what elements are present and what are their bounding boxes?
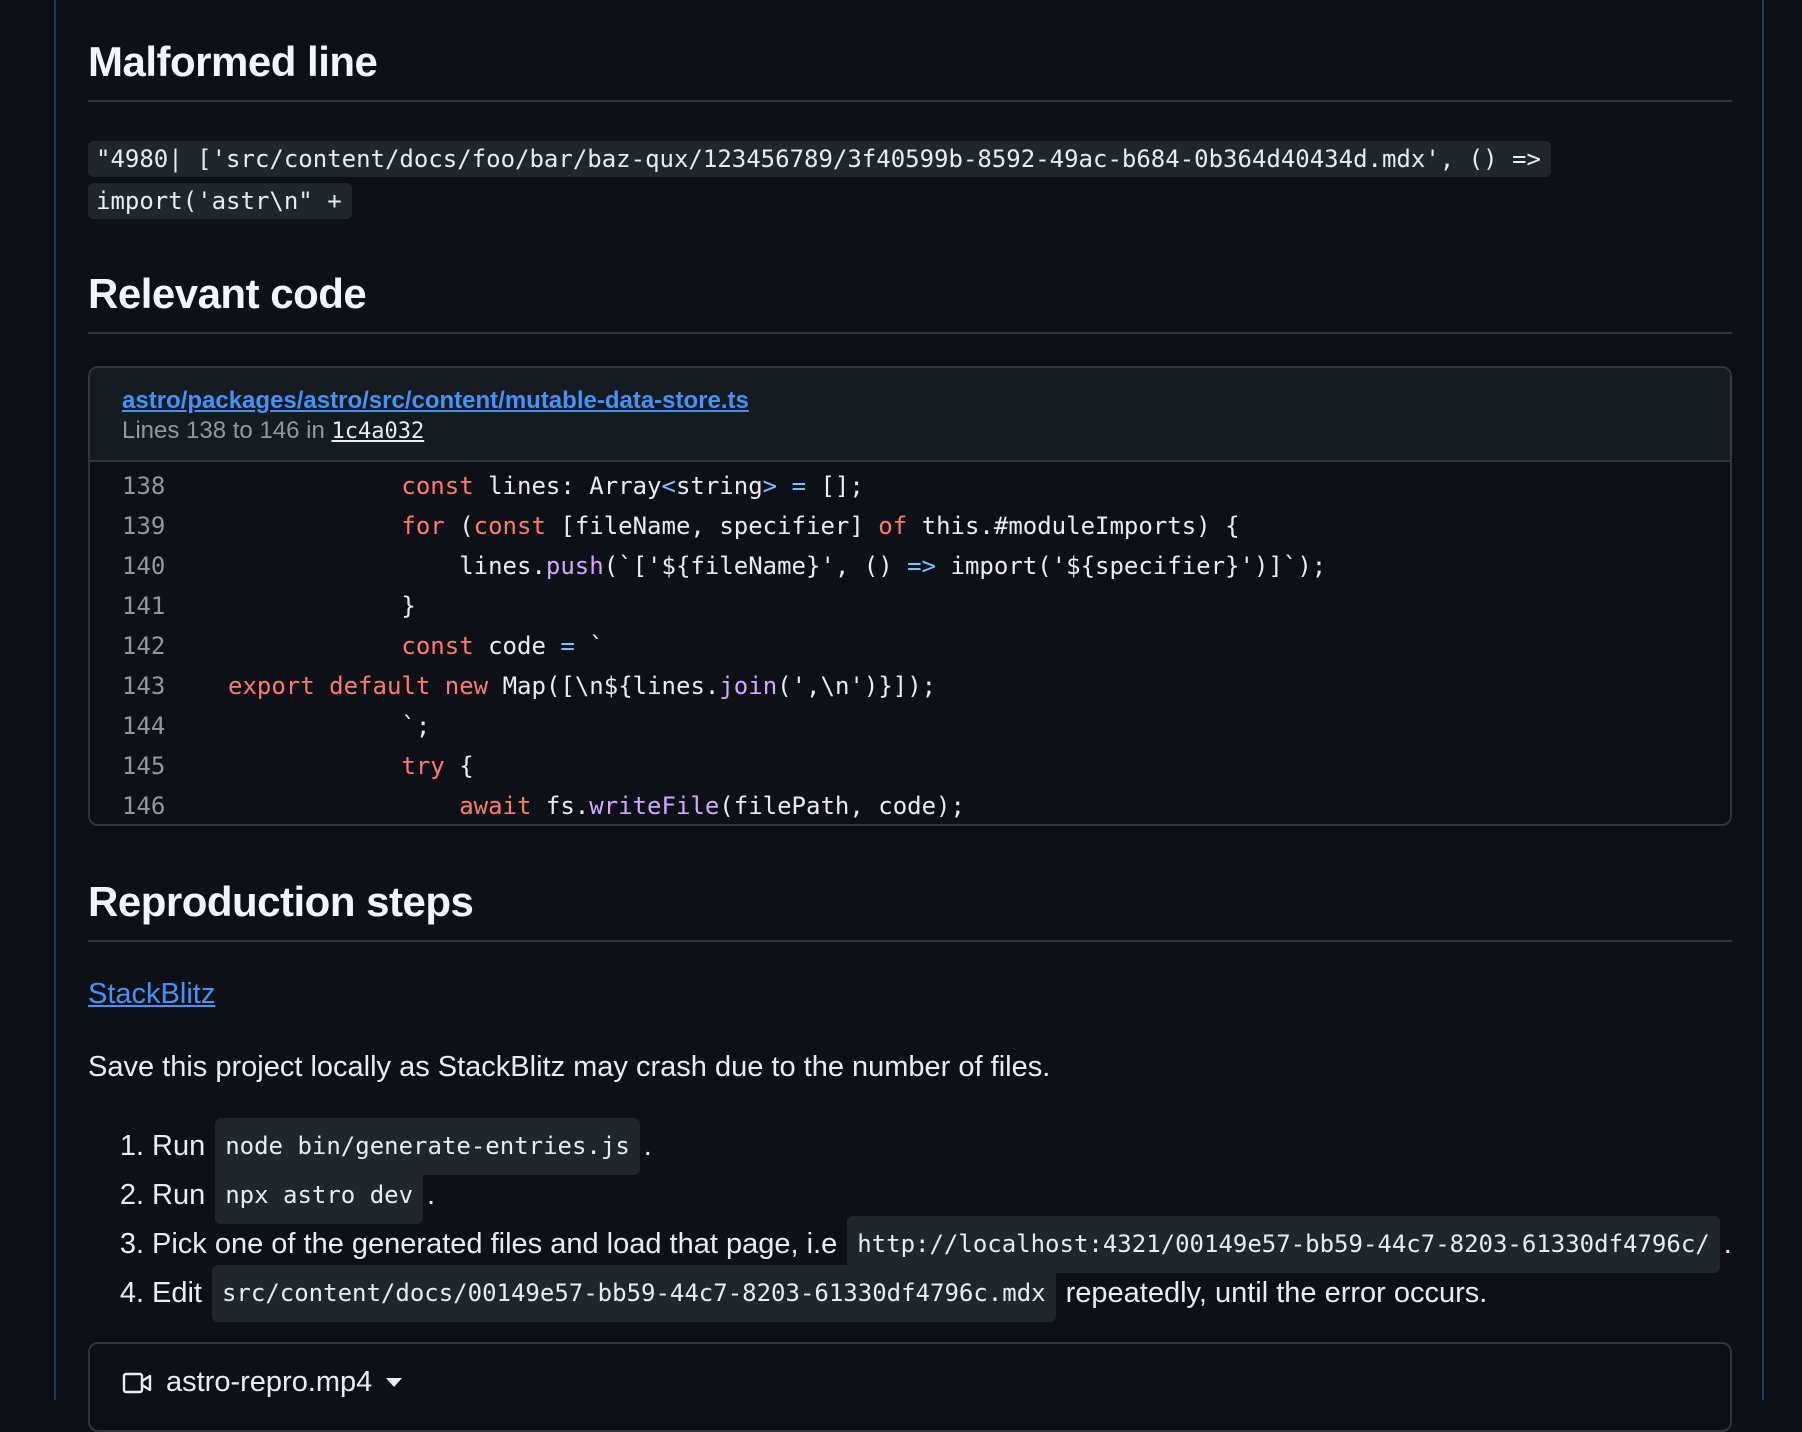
code-line: 145 try { [90, 746, 1730, 786]
video-attachment-header[interactable]: astro-repro.mp4 [122, 1366, 403, 1399]
line-source: for (const [fileName, specifier] of this… [401, 512, 1240, 540]
step-number: 4. [119, 1277, 144, 1309]
code-lines: 138 const lines: Array<string> = []; 139 … [90, 462, 1730, 824]
step-item: 3. Pick one of the generated files and lo… [88, 1216, 1732, 1273]
lines-info: Lines 138 to 146 in 1c4a032 [122, 416, 1698, 447]
line-number[interactable]: 140 [90, 546, 202, 586]
step-number: 2. [119, 1179, 144, 1211]
code-line: 140 lines.push(`['${fileName}', () => im… [90, 546, 1730, 586]
code-line: 141 } [90, 586, 1730, 626]
step-text-after: repeatedly, until the error occurs. [1065, 1277, 1488, 1309]
step-item: 1. Run node bin/generate-entries.js. [88, 1118, 1732, 1175]
line-number[interactable]: 145 [90, 746, 202, 786]
lines-range-text: Lines 138 to 146 in [122, 417, 325, 444]
line-number[interactable]: 146 [90, 786, 202, 824]
code-line: 142 const code = ` [90, 626, 1730, 666]
line-source: lines.push(`['${fileName}', () => import… [459, 552, 1327, 580]
code-line: 139 for (const [fileName, specifier] of … [90, 506, 1730, 546]
code-line: 144 `; [90, 706, 1730, 746]
malformed-line-code: "4980| ['src/content/docs/foo/bar/baz-qu… [88, 138, 1732, 222]
line-number[interactable]: 143 [90, 666, 202, 706]
step-inline-code: npx astro dev [215, 1167, 424, 1224]
line-number[interactable]: 139 [90, 506, 202, 546]
step-item: 4. Edit src/content/docs/00149e57-bb59-44c… [88, 1265, 1732, 1322]
save-note: Save this project locally as StackBlitz … [88, 1051, 1051, 1083]
line-source: export default new Map([\n${lines.join('… [228, 672, 937, 700]
step-text-after: . [643, 1130, 652, 1162]
heading-malformed-line: Malformed line [88, 38, 1732, 102]
video-filename: astro-repro.mp4 [166, 1366, 373, 1398]
line-source: const lines: Array<string> = []; [401, 472, 864, 500]
line-source: try { [401, 752, 474, 780]
step-text: Run [152, 1179, 206, 1211]
inline-code: "4980| ['src/content/docs/foo/bar/baz-qu… [88, 141, 1551, 219]
heading-reproduction-steps: Reproduction steps [88, 878, 1732, 942]
step-number: 3. [119, 1228, 144, 1260]
line-number[interactable]: 142 [90, 626, 202, 666]
code-line: 143 export default new Map([\n${lines.joi… [90, 666, 1730, 706]
line-source: `; [401, 712, 431, 740]
file-path-link[interactable]: astro/packages/astro/src/content/mutable… [122, 386, 1698, 416]
step-text-after: . [427, 1179, 436, 1211]
line-number[interactable]: 144 [90, 706, 202, 746]
step-text-after: . [1723, 1228, 1732, 1260]
video-attachment: astro-repro.mp4 [88, 1342, 1732, 1432]
line-number[interactable]: 138 [90, 466, 202, 506]
commit-link[interactable]: 1c4a032 [332, 419, 425, 444]
step-inline-code: src/content/docs/00149e57-bb59-44c7-8203… [211, 1265, 1056, 1322]
step-text: Pick one of the generated files and load… [152, 1228, 838, 1260]
code-permalink-box: astro/packages/astro/src/content/mutable… [88, 366, 1732, 826]
reproduction-steps-list: 1. Run node bin/generate-entries.js. 2. Run n… [88, 1118, 1732, 1322]
line-source: await fs.writeFile(filePath, code); [459, 792, 965, 820]
chevron-down-icon[interactable] [386, 1378, 403, 1387]
step-text: Run [152, 1130, 206, 1162]
code-line: 146 await fs.writeFile(filePath, code); [90, 786, 1730, 824]
code-permalink-header: astro/packages/astro/src/content/mutable… [90, 368, 1730, 462]
line-source: const code = ` [401, 632, 604, 660]
step-text: Edit [152, 1277, 202, 1309]
step-number: 1. [119, 1130, 144, 1162]
heading-relevant-code: Relevant code [88, 270, 1732, 334]
stackblitz-link[interactable]: StackBlitz [88, 978, 215, 1011]
code-line: 138 const lines: Array<string> = []; [90, 466, 1730, 506]
video-camera-icon [122, 1372, 152, 1393]
step-item: 2. Run npx astro dev. [88, 1167, 1732, 1224]
line-source: } [401, 592, 416, 620]
line-number[interactable]: 141 [90, 586, 202, 626]
